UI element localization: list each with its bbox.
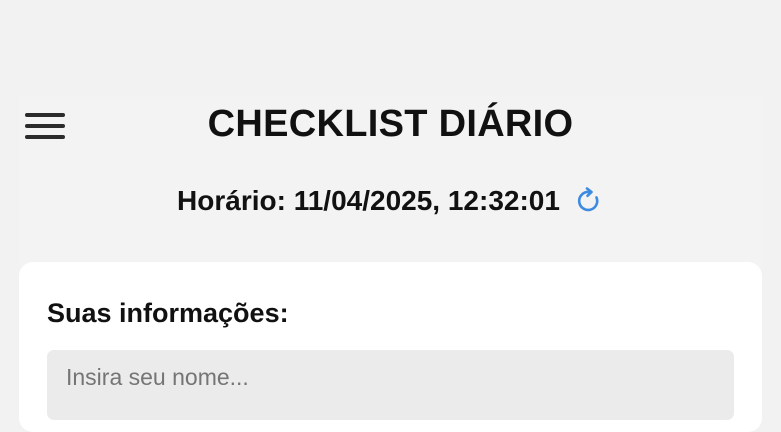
page-title: CHECKLIST DIÁRIO (207, 103, 574, 145)
name-input[interactable] (47, 350, 734, 420)
current-time-label: Horário: 11/04/2025, 12:32:01 (177, 185, 560, 216)
time-row: Horário: 11/04/2025, 12:32:01 (19, 185, 762, 217)
user-info-card: Suas informações: (19, 262, 762, 432)
refresh-icon[interactable] (574, 186, 604, 216)
section-title: Suas informações: (47, 298, 289, 328)
